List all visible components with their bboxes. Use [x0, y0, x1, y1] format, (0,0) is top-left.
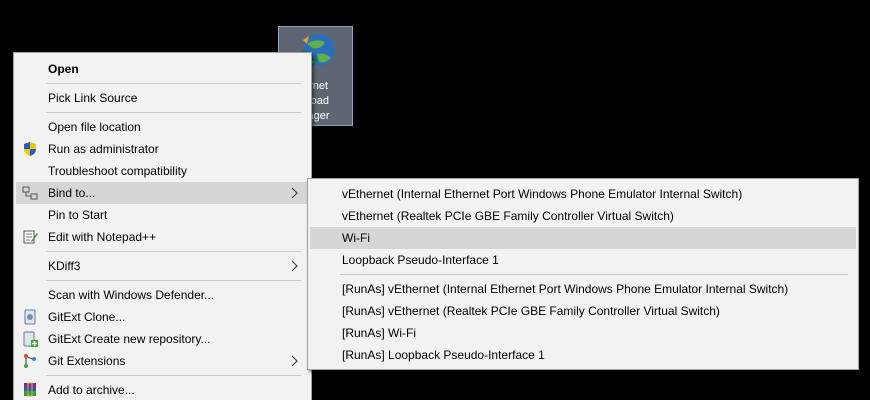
submenu-item-vethernet-internal[interactable]: vEthernet (Internal Ethernet Port Window…: [310, 183, 856, 205]
bind-to-label: Bind to...: [48, 186, 96, 200]
winrar-archive-icon: [24, 382, 36, 397]
git-extensions-icon: [24, 354, 36, 368]
submenu-item-runas-wifi[interactable]: [RunAs] Wi-Fi: [310, 322, 856, 344]
chevron-right-icon: [291, 355, 298, 367]
menu-item-pick-link-source[interactable]: Pick Link Source: [16, 87, 309, 109]
notepadpp-icon: [23, 230, 38, 244]
submenu-item-runas-loopback[interactable]: [RunAs] Loopback Pseudo-Interface 1: [310, 344, 856, 366]
menu-separator: [46, 280, 301, 281]
submenu-separator: [340, 274, 848, 275]
git-extensions-label: Git Extensions: [48, 354, 126, 368]
gitext-clone-label: GitExt Clone...: [48, 310, 126, 324]
menu-item-gitext-clone[interactable]: GitExt Clone...: [16, 306, 309, 328]
menu-item-pin-to-start[interactable]: Pin to Start: [16, 204, 309, 226]
kdiff3-label: KDiff3: [48, 259, 81, 273]
menu-separator: [46, 375, 301, 376]
menu-item-scan-with-defender[interactable]: Scan with Windows Defender...: [16, 284, 309, 306]
menu-item-open[interactable]: Open: [16, 58, 309, 80]
menu-separator: [46, 112, 301, 113]
run-as-administrator-label: Run as administrator: [48, 142, 159, 156]
network-bind-icon: [22, 186, 38, 200]
gitext-new-repo-icon: [23, 331, 38, 347]
menu-separator: [46, 251, 301, 252]
menu-item-edit-with-notepadpp[interactable]: Edit with Notepad++: [16, 226, 309, 248]
add-to-archive-label: Add to archive...: [48, 383, 135, 397]
menu-item-gitext-create-repo[interactable]: GitExt Create new repository...: [16, 328, 309, 350]
menu-item-open-file-location[interactable]: Open file location: [16, 116, 309, 138]
menu-item-troubleshoot-compatibility[interactable]: Troubleshoot compatibility: [16, 160, 309, 182]
chevron-right-icon: [291, 187, 298, 199]
menu-separator: [46, 83, 301, 84]
submenu-item-loopback[interactable]: Loopback Pseudo-Interface 1: [310, 249, 856, 271]
edit-with-notepadpp-label: Edit with Notepad++: [48, 230, 157, 244]
bind-to-submenu: vEthernet (Internal Ethernet Port Window…: [307, 178, 859, 370]
gitext-create-repo-label: GitExt Create new repository...: [48, 332, 211, 346]
uac-shield-icon: [24, 142, 36, 156]
menu-item-add-to-archive[interactable]: Add to archive...: [16, 379, 309, 400]
gitext-clone-icon: [24, 309, 36, 325]
submenu-item-wifi[interactable]: Wi-Fi: [310, 227, 856, 249]
chevron-right-icon: [291, 260, 298, 272]
menu-item-git-extensions[interactable]: Git Extensions: [16, 350, 309, 372]
menu-item-bind-to[interactable]: Bind to...: [16, 182, 309, 204]
context-menu: Open Pick Link Source Open file location…: [13, 52, 312, 400]
submenu-item-runas-vethernet-realtek[interactable]: [RunAs] vEthernet (Realtek PCIe GBE Fami…: [310, 300, 856, 322]
submenu-item-runas-vethernet-internal[interactable]: [RunAs] vEthernet (Internal Ethernet Por…: [310, 278, 856, 300]
menu-item-run-as-administrator[interactable]: Run as administrator: [16, 138, 309, 160]
menu-item-kdiff3[interactable]: KDiff3: [16, 255, 309, 277]
submenu-item-vethernet-realtek[interactable]: vEthernet (Realtek PCIe GBE Family Contr…: [310, 205, 856, 227]
